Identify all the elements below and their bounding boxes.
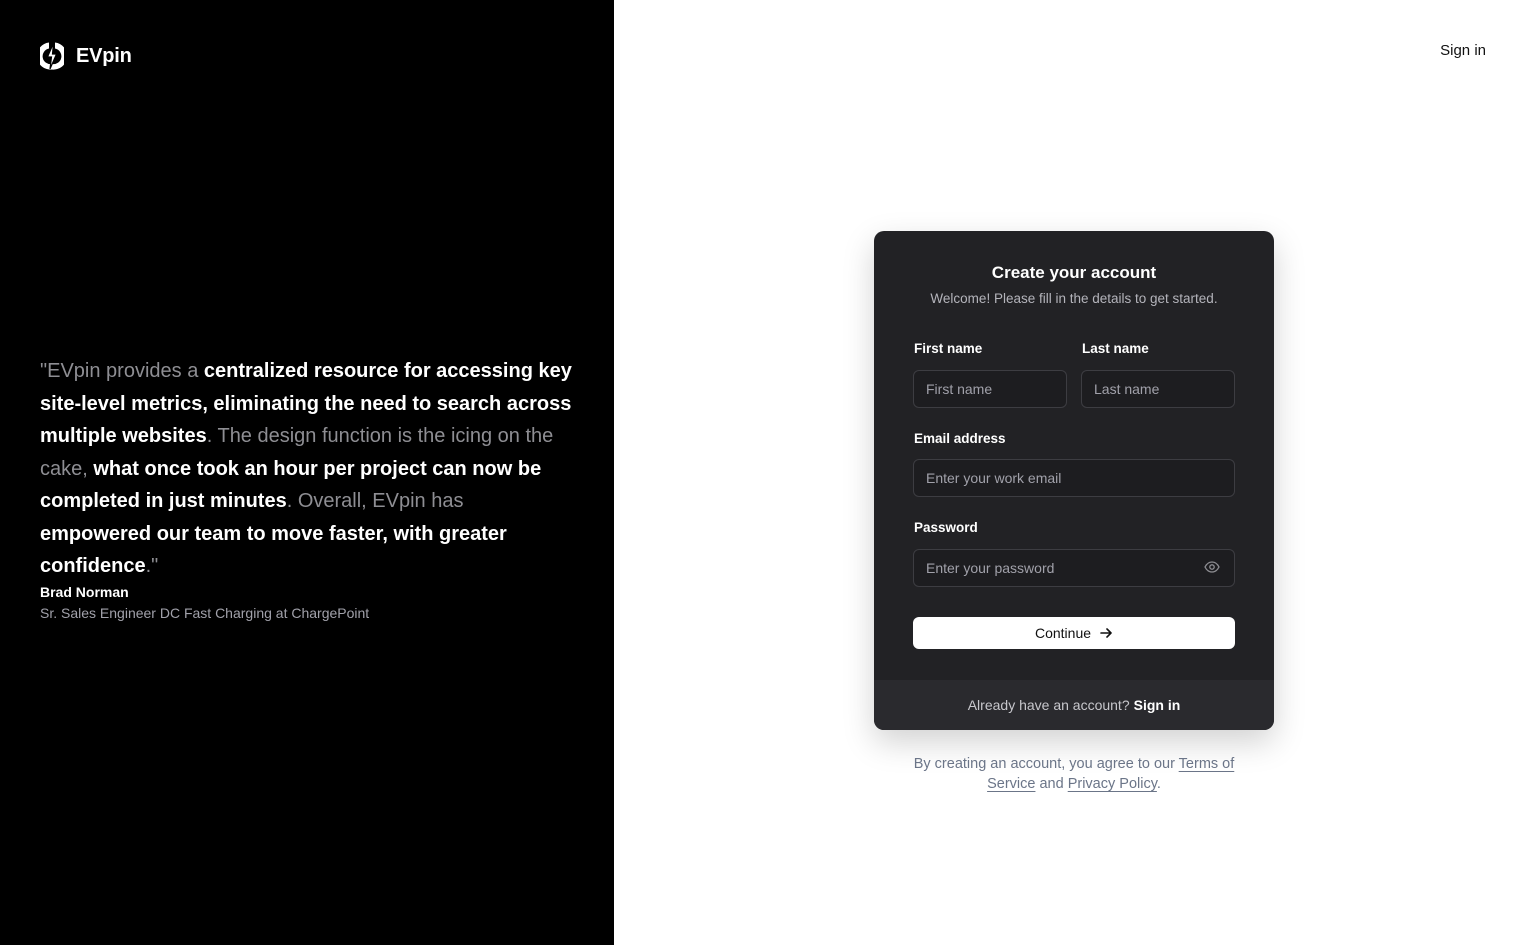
first-name-label: First name <box>914 341 983 356</box>
form-subtitle: Welcome! Please fill in the details to g… <box>930 291 1218 306</box>
password-label: Password <box>914 520 978 535</box>
footer-prompt: Already have an account? <box>967 697 1130 713</box>
arrow-right-icon <box>1100 628 1112 638</box>
quote-highlight: empowered our team to move faster, with … <box>40 522 507 578</box>
first-name-input[interactable] <box>913 370 1067 408</box>
quote-part: EVpin provides a <box>47 360 204 382</box>
last-name-label: Last name <box>1082 341 1149 356</box>
continue-label: Continue <box>1034 625 1092 641</box>
legal-notice: By creating an account, you agree to our… <box>904 754 1244 794</box>
author-name: Brad Norman <box>40 584 129 600</box>
testimonial-panel: EVpin "EVpin provides a centralized reso… <box>0 0 614 945</box>
card-footer: Already have an account? Sign in <box>874 680 1274 730</box>
footer-sign-in-link[interactable]: Sign in <box>1134 697 1181 713</box>
lightning-bolt-icon <box>40 42 64 70</box>
password-input[interactable] <box>913 549 1235 587</box>
brand[interactable]: EVpin <box>40 40 132 72</box>
email-input[interactable] <box>913 459 1235 497</box>
quote-close-mark: " <box>151 555 159 577</box>
signup-card: Create your account Welcome! Please fill… <box>874 231 1274 730</box>
continue-button[interactable]: Continue <box>913 617 1235 649</box>
form-title: Create your account <box>991 263 1157 282</box>
author-role: Sr. Sales Engineer DC Fast Charging at C… <box>40 605 370 621</box>
last-name-input[interactable] <box>1081 370 1235 408</box>
email-label: Email address <box>914 431 1006 446</box>
legal-middle: and <box>1035 776 1068 792</box>
eye-icon[interactable] <box>1204 561 1220 573</box>
brand-name: EVpin <box>76 44 132 67</box>
quote-part: . Overall, EVpin has <box>286 490 464 512</box>
testimonial-author: Brad Norman Sr. Sales Engineer DC Fast C… <box>40 583 369 623</box>
testimonial-quote: "EVpin provides a centralized resource f… <box>40 355 580 583</box>
legal-prefix: By creating an account, you agree to our <box>913 756 1179 772</box>
legal-suffix: . <box>1156 776 1161 792</box>
privacy-policy-link[interactable]: Privacy Policy <box>1068 776 1157 792</box>
header-sign-in-link[interactable]: Sign in <box>1440 42 1486 59</box>
